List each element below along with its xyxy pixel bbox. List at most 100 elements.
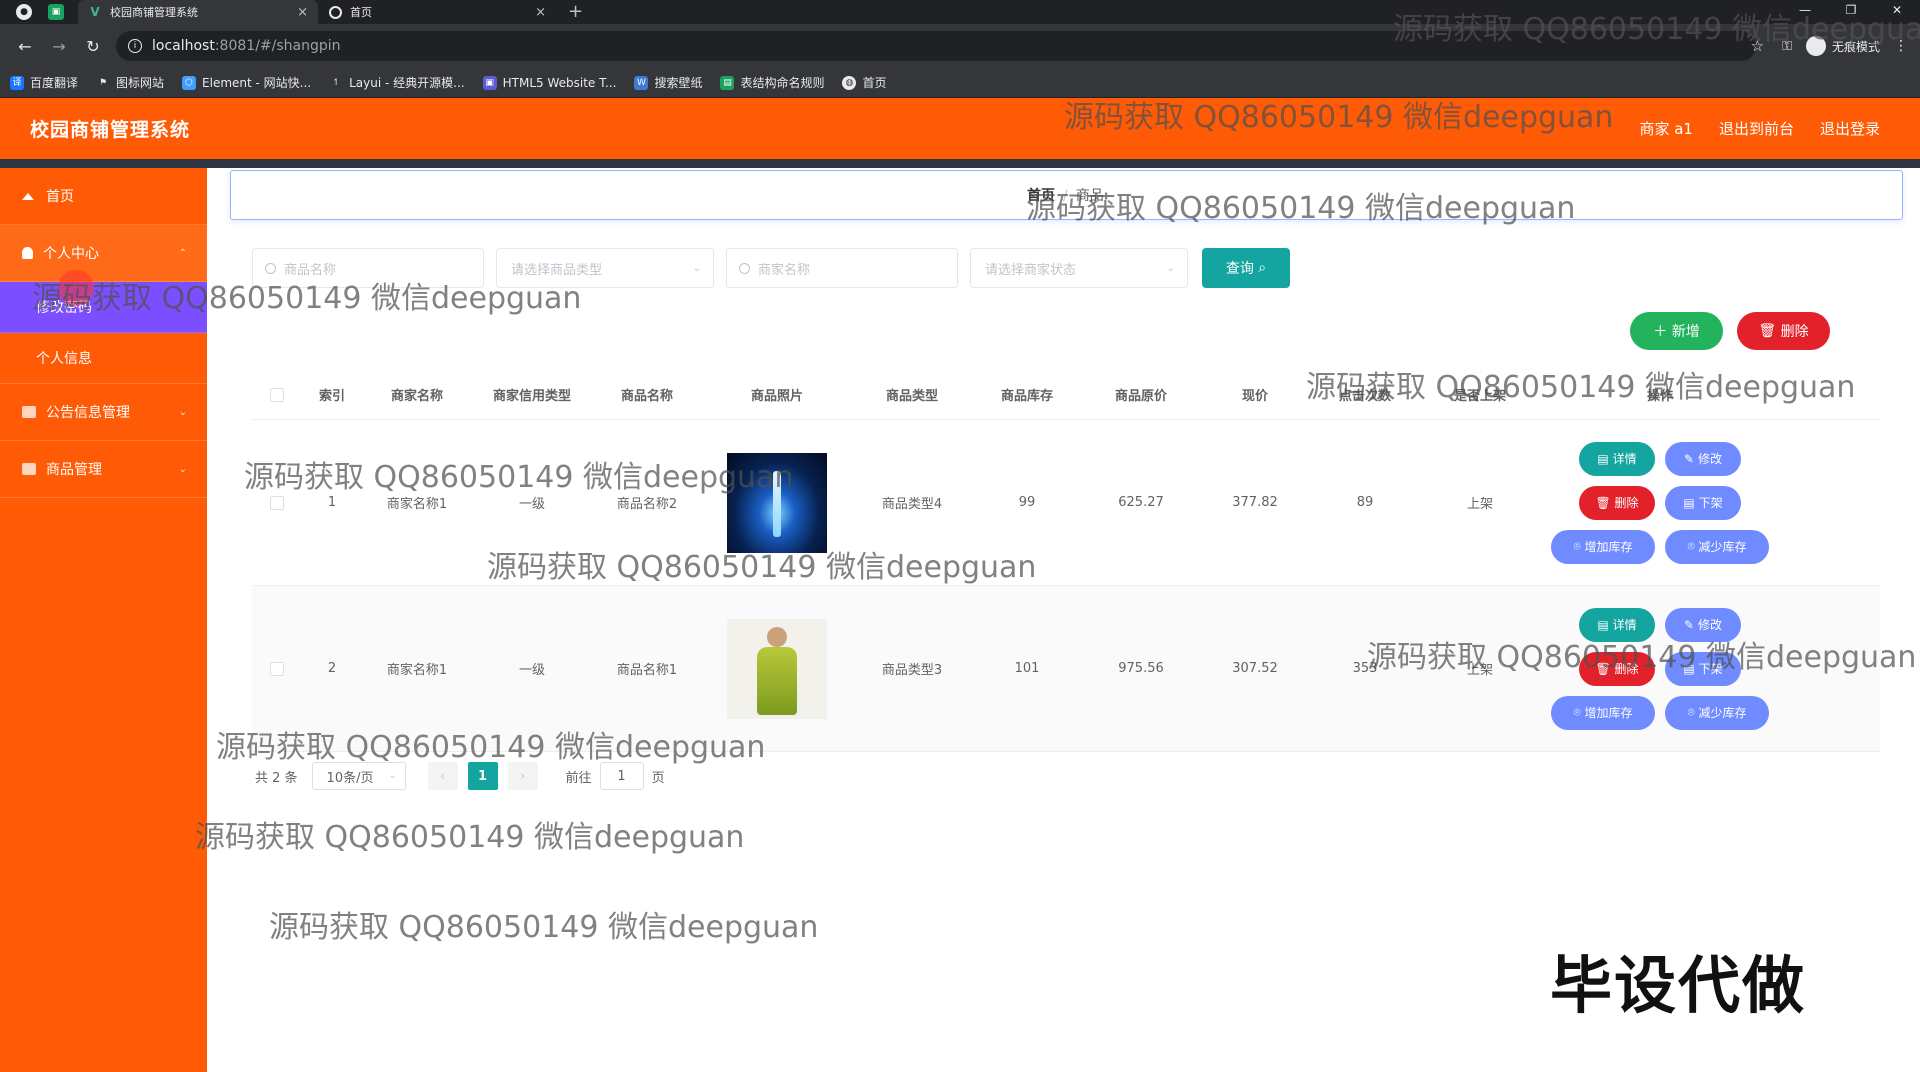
product-photo[interactable]	[727, 618, 827, 719]
restore-icon[interactable]: ❐	[1828, 0, 1874, 24]
bookmark-item[interactable]: 译百度翻译	[10, 74, 78, 91]
bookmark-star-icon[interactable]: ☆	[1751, 37, 1764, 55]
cell-merchant: 商家名称1	[386, 497, 448, 512]
sidebar-item-change-password[interactable]: 修改密码	[0, 282, 207, 333]
bookmark-item[interactable]: ▣ HTML5 Website T...	[482, 75, 616, 90]
product-type-select[interactable]: 请选择商品类型 ⌄	[496, 248, 714, 288]
page-number[interactable]: 1	[467, 762, 498, 790]
increase-stock-button[interactable]: ⌾ 增加库存	[1551, 695, 1655, 730]
prev-page-button[interactable]: ‹	[427, 762, 458, 790]
select-all-checkbox[interactable]	[270, 387, 284, 402]
sidebar-item-label: 个人中心	[43, 246, 99, 262]
sidebar-item-label: 首页	[46, 189, 74, 205]
row-checkbox[interactable]	[270, 495, 284, 510]
cell-stock: 101	[1014, 661, 1040, 676]
product-icon	[22, 463, 36, 475]
globe-icon	[328, 5, 342, 19]
minimize-icon[interactable]: —	[1782, 0, 1828, 24]
reload-icon[interactable]: ↻	[84, 37, 102, 56]
sidebar-item-label: 公告信息管理	[46, 405, 130, 421]
browser-menu-icon[interactable]: ⋮	[1894, 38, 1908, 54]
column-header: 商品照片	[750, 389, 803, 404]
back-icon[interactable]: ←	[16, 37, 34, 56]
tab-title: 校园商铺管理系统	[110, 6, 198, 19]
sidebar-item-notice-management[interactable]: 公告信息管理 ⌄	[0, 384, 207, 441]
translate-icon: 译	[10, 75, 24, 90]
sidebar-item-product-management[interactable]: 商品管理 ⌄	[0, 441, 207, 498]
browser-tab[interactable]: 首页 ×	[318, 0, 556, 24]
key-icon[interactable]: ⚿	[1782, 39, 1792, 54]
app-header: 校园商铺管理系统 商家 a1 退出到前台 退出登录	[0, 98, 1920, 159]
decrease-stock-button[interactable]: ⌾ 减少库存	[1665, 695, 1769, 730]
notice-icon	[22, 406, 36, 418]
chrome-icon[interactable]: ●	[16, 4, 32, 20]
search-icon	[265, 262, 276, 274]
column-header: 是否上架	[1453, 389, 1506, 404]
search-form: 商品名称 请选择商品类型 ⌄ 商家名称 请选择商家状态 ⌄ 查询 ⌕	[252, 248, 1290, 288]
cell-credit: 一级	[518, 663, 545, 678]
table-row: 1 商家名称1 一级 商品名称2 商品类型4 99 625.27 377.82 …	[252, 420, 1880, 586]
sidebar-item-label: 个人信息	[36, 351, 92, 367]
bookmark-item[interactable]: ⚑ 图标网站	[96, 74, 164, 91]
edit-button[interactable]: ✎ 修改	[1665, 441, 1741, 476]
sidebar-item-home[interactable]: 首页	[0, 168, 207, 225]
back-to-front-link[interactable]: 退出到前台	[1719, 118, 1794, 139]
detail-button[interactable]: ▤ 详情	[1579, 441, 1655, 476]
delete-button[interactable]: 🗑 删除	[1579, 485, 1655, 520]
url-host: localhost	[152, 38, 215, 54]
bookmark-item[interactable]: W 搜索壁纸	[634, 74, 702, 91]
info-icon[interactable]: i	[128, 39, 142, 53]
chevron-down-icon: ⌄	[692, 262, 701, 274]
take-off-shelf-button[interactable]: ▤ 下架	[1665, 651, 1741, 686]
cell-index: 1	[327, 495, 337, 510]
breadcrumb-home[interactable]: 首页	[1027, 188, 1055, 204]
app-favicon-icon[interactable]: ▣	[48, 4, 64, 20]
incognito-label: 无痕模式	[1831, 39, 1880, 54]
add-button[interactable]: ＋ 新增	[1630, 312, 1723, 350]
page-size-select[interactable]: 10条/页 ⌄	[311, 762, 406, 790]
close-window-icon[interactable]: ✕	[1874, 0, 1920, 24]
bookmark-item[interactable]: ▤ 表结构命名规则	[720, 74, 824, 91]
breadcrumb-separator: /	[1063, 188, 1068, 204]
decrease-stock-button[interactable]: ⌾ 减少库存	[1665, 529, 1769, 564]
select-placeholder: 请选择商品类型	[511, 262, 603, 278]
logout-link[interactable]: 退出登录	[1820, 118, 1880, 139]
url-input[interactable]: i localhost:8081/#/shangpin	[116, 31, 1756, 61]
column-header: 商品类型	[885, 389, 938, 404]
product-table: 索引 商家名称 商家信用类型 商品名称 商品照片 商品类型 商品库存 商品原价 …	[252, 370, 1880, 752]
sidebar-item-personal-info[interactable]: 个人信息	[0, 333, 207, 384]
bookmark-item[interactable]: ↿ Layui - 经典开源模...	[329, 74, 465, 91]
batch-delete-button[interactable]: 🗑 删除	[1737, 312, 1830, 350]
product-name-input[interactable]: 商品名称	[252, 248, 484, 288]
html5-icon: ▣	[482, 75, 497, 90]
tab-close-icon[interactable]: ×	[535, 5, 546, 20]
row-checkbox[interactable]	[270, 661, 284, 676]
bookmark-item[interactable]: ⬡ Element - 网站快...	[182, 74, 311, 91]
edit-button[interactable]: ✎ 修改	[1665, 607, 1741, 642]
column-header: 现价	[1241, 389, 1268, 404]
next-page-button[interactable]: ›	[507, 762, 538, 790]
goto-page-input[interactable]: 1	[599, 762, 644, 790]
column-header: 商家信用类型	[492, 389, 571, 404]
increase-stock-button[interactable]: ⌾ 增加库存	[1551, 529, 1655, 564]
sidebar-item-profile-center[interactable]: 个人中心 ⌃	[0, 225, 207, 282]
vue-logo-icon: V	[90, 5, 100, 19]
take-off-shelf-button[interactable]: ▤ 下架	[1665, 485, 1741, 520]
detail-button[interactable]: ▤ 详情	[1579, 607, 1655, 642]
new-tab-button[interactable]: +	[568, 1, 583, 22]
bookmark-item[interactable]: ◍ 首页	[842, 74, 887, 91]
browser-tab-active[interactable]: V 校园商铺管理系统 ×	[78, 0, 318, 24]
query-button[interactable]: 查询 ⌕	[1202, 248, 1290, 288]
chevron-down-icon: ⌄	[1166, 262, 1175, 274]
product-photo[interactable]	[727, 452, 827, 553]
breadcrumb: 首页 / 商品	[1027, 185, 1104, 205]
wallpaper-icon: W	[634, 75, 649, 90]
cell-clicks: 353	[1352, 661, 1378, 676]
forward-icon[interactable]: →	[50, 37, 68, 56]
delete-button[interactable]: 🗑 删除	[1579, 651, 1655, 686]
cell-credit: 一级	[518, 497, 545, 512]
merchant-status-select[interactable]: 请选择商家状态 ⌄	[970, 248, 1188, 288]
merchant-name-input[interactable]: 商家名称	[726, 248, 958, 288]
tab-close-icon[interactable]: ×	[297, 5, 308, 20]
incognito-indicator[interactable]: 无痕模式	[1805, 36, 1880, 56]
